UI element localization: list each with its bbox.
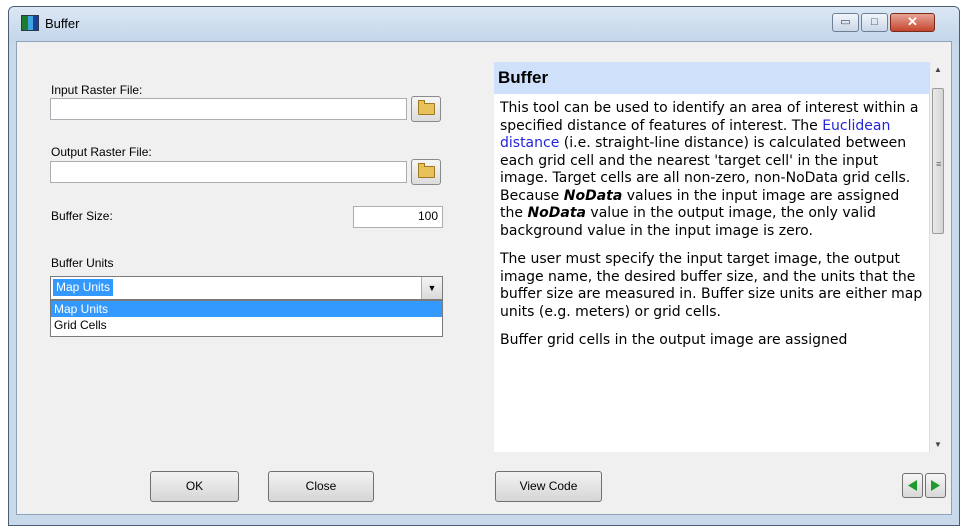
output-raster-label: Output Raster File: xyxy=(51,145,152,159)
scroll-down-icon[interactable]: ▼ xyxy=(930,440,946,449)
buffer-size-label: Buffer Size: xyxy=(51,209,113,223)
input-raster-field[interactable] xyxy=(50,98,407,120)
help-title: Buffer xyxy=(494,62,929,94)
close-icon: ✕ xyxy=(907,14,918,29)
buffer-app-icon xyxy=(21,15,39,31)
scroll-up-icon[interactable]: ▲ xyxy=(930,65,946,74)
buffer-units-label: Buffer Units xyxy=(51,256,114,270)
window-title: Buffer xyxy=(45,16,80,31)
buffer-units-selected: Map Units xyxy=(53,279,114,296)
minimize-icon: ▭ xyxy=(840,16,851,28)
back-button[interactable] xyxy=(902,473,923,498)
maximize-icon: □ xyxy=(871,16,878,28)
help-paragraph-1: This tool can be used to identify an are… xyxy=(500,100,919,239)
help-paragraph-3: Buffer grid cells in the output image ar… xyxy=(500,332,848,348)
buffer-units-dropdown: Map Units Grid Cells xyxy=(50,300,443,337)
close-button[interactable]: Close xyxy=(268,471,374,502)
arrow-left-icon xyxy=(908,480,917,491)
arrow-right-icon xyxy=(931,480,940,491)
buffer-size-input[interactable]: 100 xyxy=(353,206,443,228)
input-browse-button[interactable] xyxy=(411,96,441,122)
title-bar[interactable]: Buffer ▭ □ ✕ xyxy=(9,7,959,41)
minimize-button[interactable]: ▭ xyxy=(832,13,859,32)
option-grid-cells[interactable]: Grid Cells xyxy=(51,317,442,333)
option-map-units[interactable]: Map Units xyxy=(51,301,442,317)
forward-button[interactable] xyxy=(925,473,946,498)
close-window-button[interactable]: ✕ xyxy=(890,13,935,32)
dialog-client-area: Input Raster File: Output Raster File: B… xyxy=(16,41,952,515)
folder-open-icon xyxy=(418,163,435,178)
maximize-button[interactable]: □ xyxy=(861,13,888,32)
output-raster-field[interactable] xyxy=(50,161,407,183)
output-browse-button[interactable] xyxy=(411,159,441,185)
buffer-window: Buffer ▭ □ ✕ Input Raster File: Output R… xyxy=(8,6,960,526)
chevron-down-icon[interactable]: ▼ xyxy=(421,277,442,299)
help-scrollbar[interactable]: ▲ ≡ ▼ xyxy=(929,62,946,452)
folder-open-icon xyxy=(418,100,435,115)
help-panel: Buffer This tool can be used to identify… xyxy=(494,62,929,452)
ok-button[interactable]: OK xyxy=(150,471,239,502)
scroll-thumb[interactable]: ≡ xyxy=(932,88,944,234)
help-paragraph-2: The user must specify the input target i… xyxy=(500,251,923,320)
buffer-units-select[interactable]: Map Units ▼ xyxy=(50,276,443,300)
input-raster-label: Input Raster File: xyxy=(51,83,143,97)
help-body: This tool can be used to identify an are… xyxy=(494,94,929,350)
view-code-button[interactable]: View Code xyxy=(495,471,602,502)
